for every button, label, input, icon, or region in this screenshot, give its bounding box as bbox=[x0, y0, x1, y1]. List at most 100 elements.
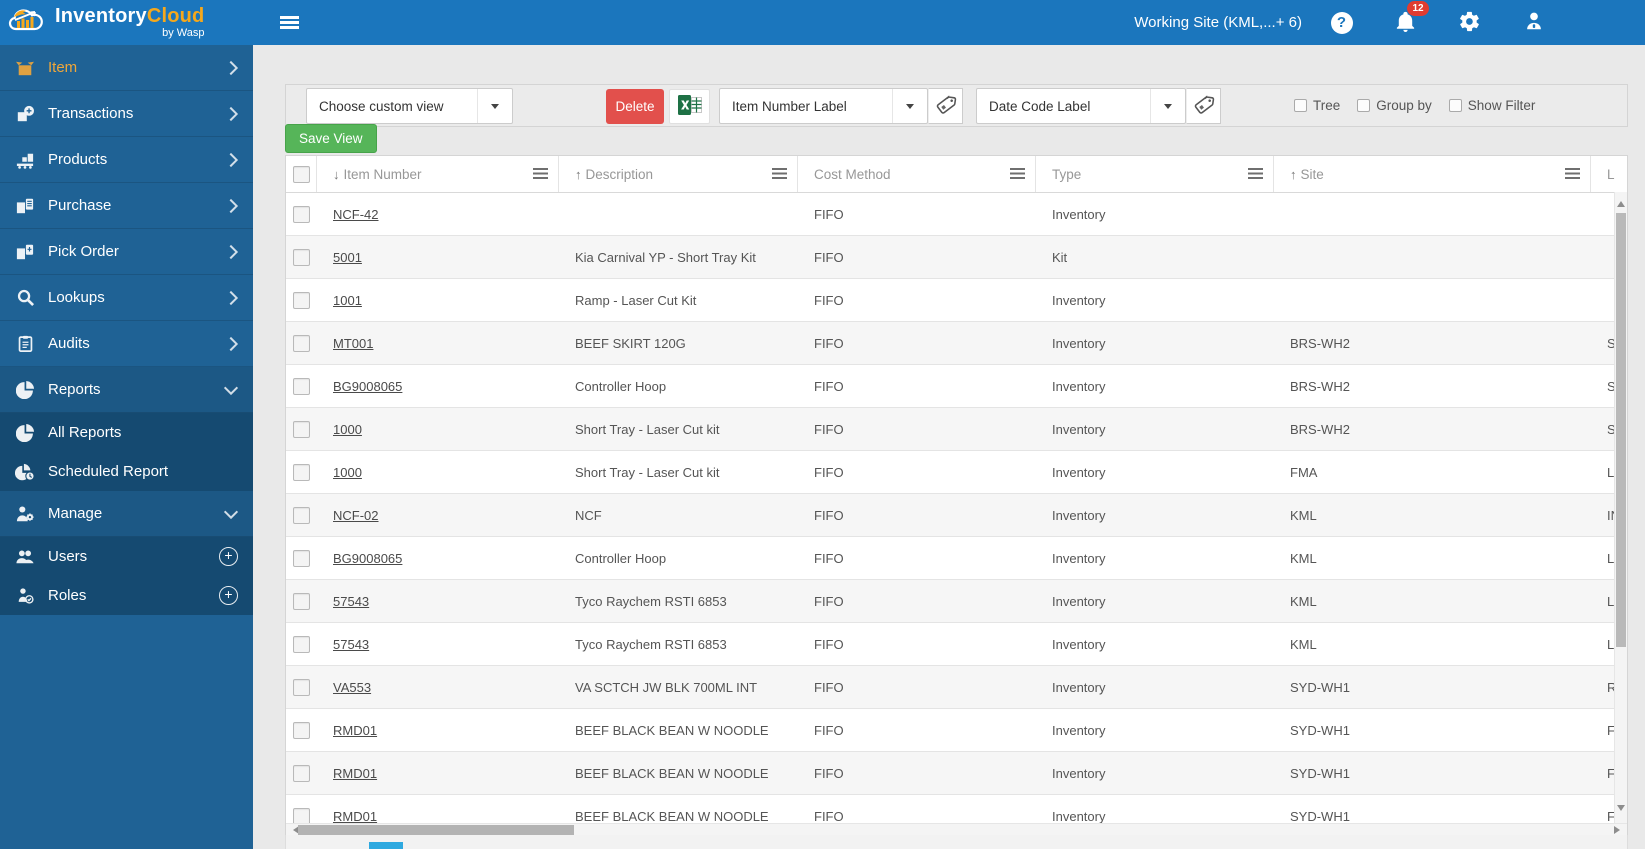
item-number-link[interactable]: 1001 bbox=[333, 293, 362, 308]
type-cell: Inventory bbox=[1036, 709, 1274, 751]
vertical-scroll-thumb[interactable] bbox=[1616, 213, 1626, 647]
row-checkbox[interactable] bbox=[293, 291, 310, 309]
item-number-link[interactable]: NCF-42 bbox=[333, 207, 379, 222]
sidebar-item-pick-order[interactable]: Pick Order bbox=[0, 229, 253, 275]
export-excel-button[interactable] bbox=[669, 89, 710, 124]
item-number-link[interactable]: BG9008065 bbox=[333, 551, 402, 566]
site-cell: FMA bbox=[1274, 451, 1591, 493]
chevron-down-icon[interactable] bbox=[1150, 89, 1185, 123]
item-number-link[interactable]: VA553 bbox=[333, 680, 371, 695]
working-site-label[interactable]: Working Site (KML,...+ 6) bbox=[1134, 14, 1302, 31]
item-number-link[interactable]: MT001 bbox=[333, 336, 373, 351]
sidebar-item-label: Transactions bbox=[48, 105, 134, 122]
page-button-1[interactable]: 1 bbox=[369, 842, 403, 849]
row-checkbox[interactable] bbox=[293, 248, 310, 266]
column-header-cost-method[interactable]: Cost Method bbox=[798, 156, 1036, 192]
item-number-label-select[interactable]: Item Number Label bbox=[719, 88, 928, 124]
row-checkbox[interactable] bbox=[293, 764, 310, 782]
print-date-code-label-button[interactable] bbox=[1186, 88, 1221, 124]
gear-icon bbox=[1458, 10, 1481, 36]
checkbox-box[interactable] bbox=[1448, 99, 1462, 112]
sidebar-item-products[interactable]: Products bbox=[0, 137, 253, 183]
checkbox-box[interactable] bbox=[1294, 99, 1307, 112]
row-checkbox[interactable] bbox=[293, 334, 310, 352]
scroll-down-icon[interactable] bbox=[1617, 805, 1625, 815]
item-number-link[interactable]: NCF-02 bbox=[333, 508, 379, 523]
item-number-link[interactable]: RMD01 bbox=[333, 723, 377, 738]
row-checkbox[interactable] bbox=[293, 549, 310, 567]
row-checkbox[interactable] bbox=[293, 592, 310, 610]
column-header-description[interactable]: ↑ Description bbox=[559, 156, 798, 192]
custom-view-select[interactable]: Choose custom view bbox=[306, 88, 513, 124]
row-checkbox[interactable] bbox=[293, 635, 310, 653]
column-menu-icon[interactable] bbox=[1248, 168, 1263, 179]
checkbox-tree[interactable]: Tree bbox=[1294, 98, 1340, 113]
sidebar-item-item[interactable]: Item bbox=[0, 45, 253, 91]
sidebar-item-manage[interactable]: Manage bbox=[0, 491, 253, 537]
item-number-link[interactable]: BG9008065 bbox=[333, 379, 402, 394]
item-number-link[interactable]: 1000 bbox=[333, 465, 362, 480]
column-header-site[interactable]: ↑ Site bbox=[1274, 156, 1591, 192]
sidebar-item-audits[interactable]: Audits bbox=[0, 321, 253, 367]
description-cell: Tyco Raychem RSTI 6853 bbox=[559, 580, 798, 622]
chevron-down-icon[interactable] bbox=[892, 89, 927, 123]
item-number-link[interactable]: 1000 bbox=[333, 422, 362, 437]
column-header-item-number[interactable]: ↓ Item Number bbox=[317, 156, 559, 192]
add-icon[interactable]: + bbox=[219, 586, 238, 605]
scroll-right-icon[interactable] bbox=[1614, 826, 1624, 834]
account-button[interactable] bbox=[1520, 9, 1547, 36]
cell-text: Kia Carnival YP - Short Tray Kit bbox=[575, 249, 756, 265]
item-number-link[interactable]: 57543 bbox=[333, 594, 369, 609]
row-checkbox[interactable] bbox=[293, 420, 310, 438]
print-item-number-label-button[interactable] bbox=[928, 88, 963, 124]
save-view-button[interactable]: Save View bbox=[285, 124, 377, 153]
row-checkbox[interactable] bbox=[293, 678, 310, 696]
notifications-button[interactable]: 12 bbox=[1392, 1, 1429, 36]
row-checkbox[interactable] bbox=[293, 463, 310, 481]
delete-button[interactable]: Delete bbox=[606, 89, 664, 124]
checkbox-show-filter[interactable]: Show Filter bbox=[1448, 98, 1535, 113]
column-header-type[interactable]: Type bbox=[1036, 156, 1274, 192]
row-checkbox[interactable] bbox=[293, 506, 310, 524]
sidebar-item-scheduled-report[interactable]: Scheduled Report bbox=[0, 452, 253, 491]
row-checkbox[interactable] bbox=[293, 377, 310, 395]
column-header-l[interactable]: L bbox=[1591, 156, 1627, 192]
scroll-up-icon[interactable] bbox=[1617, 197, 1625, 207]
sidebar-item-all-reports[interactable]: All Reports bbox=[0, 413, 253, 452]
date-code-label-select[interactable]: Date Code Label bbox=[976, 88, 1186, 124]
grid-header: ↓ Item Number ↑ Description Cost Method Type ↑… bbox=[286, 156, 1627, 193]
sidebar-item-users[interactable]: Users + bbox=[0, 537, 253, 576]
row-checkbox-cell bbox=[286, 795, 317, 824]
cost-method-cell: FIFO bbox=[798, 451, 1036, 493]
column-menu-icon[interactable] bbox=[1565, 168, 1580, 179]
column-menu-icon[interactable] bbox=[772, 168, 787, 179]
column-menu-icon[interactable] bbox=[533, 168, 548, 179]
vertical-scrollbar[interactable] bbox=[1614, 192, 1627, 823]
help-icon: ? bbox=[1330, 11, 1353, 34]
row-checkbox[interactable] bbox=[293, 807, 310, 824]
cell-text: Short Tray - Laser Cut kit bbox=[575, 421, 720, 437]
help-button[interactable]: ? bbox=[1328, 9, 1355, 36]
row-checkbox[interactable] bbox=[293, 205, 310, 223]
select-all-checkbox[interactable] bbox=[292, 165, 310, 183]
column-menu-icon[interactable] bbox=[1010, 168, 1025, 179]
sidebar-item-roles[interactable]: Roles + bbox=[0, 576, 253, 615]
add-icon[interactable]: + bbox=[219, 547, 238, 566]
sidebar-item-transactions[interactable]: Transactions bbox=[0, 91, 253, 137]
item-number-link[interactable]: 57543 bbox=[333, 637, 369, 652]
item-number-link[interactable]: 5001 bbox=[333, 250, 362, 265]
sidebar-item-reports[interactable]: Reports bbox=[0, 367, 253, 413]
checkbox-group-by[interactable]: Group by bbox=[1357, 98, 1432, 113]
horizontal-scroll-thumb[interactable] bbox=[298, 825, 574, 835]
chevron-down-icon[interactable] bbox=[477, 89, 512, 123]
row-checkbox[interactable] bbox=[293, 721, 310, 739]
sidebar-item-lookups[interactable]: Lookups bbox=[0, 275, 253, 321]
sidebar-item-purchase[interactable]: Purchase bbox=[0, 183, 253, 229]
settings-button[interactable] bbox=[1456, 9, 1483, 36]
site-cell: KML bbox=[1274, 623, 1591, 665]
menu-toggle-button[interactable] bbox=[275, 11, 304, 34]
item-number-link[interactable]: RMD01 bbox=[333, 766, 377, 781]
checkbox-box[interactable] bbox=[1357, 99, 1371, 112]
item-number-link[interactable]: RMD01 bbox=[333, 809, 377, 824]
site-cell: BRS-WH2 bbox=[1274, 365, 1591, 407]
